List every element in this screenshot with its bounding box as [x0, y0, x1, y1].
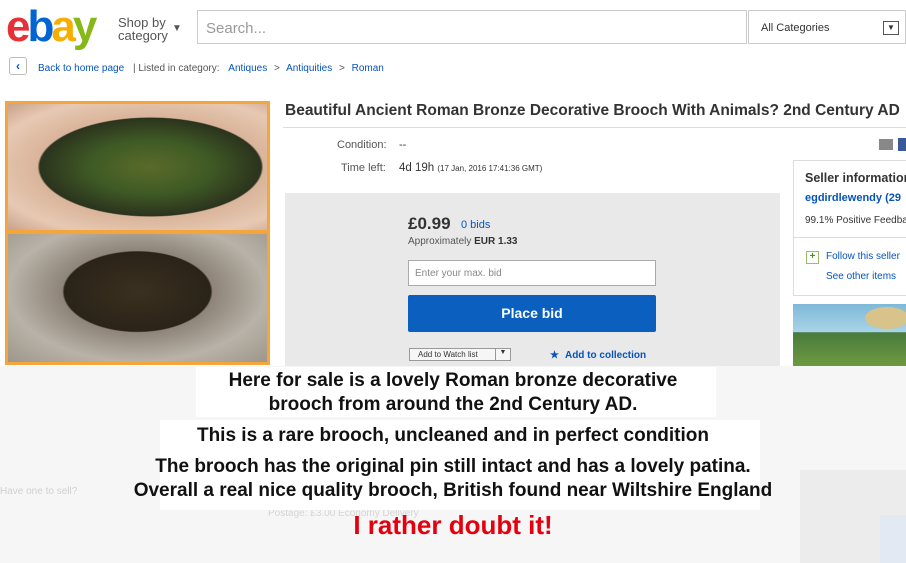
follow-seller-link[interactable]: Follow this seller	[826, 251, 900, 262]
add-to-collection-link[interactable]: ★ Add to collection	[550, 350, 646, 361]
brooch-photo-front[interactable]	[8, 104, 267, 230]
shop-by-category-button[interactable]: Shop by category ▼	[118, 16, 182, 42]
brooch-photo-back[interactable]	[8, 234, 267, 362]
add-to-watch-list-button[interactable]: Add to Watch list ▼	[409, 348, 511, 361]
place-bid-button[interactable]: Place bid	[408, 295, 656, 332]
seller-name-link[interactable]: egdirdlewendy (29	[805, 192, 901, 204]
site-header: ebay Shop by category ▼ Search... All Ca…	[0, 0, 906, 52]
seller-info-heading: Seller information	[805, 171, 906, 185]
caption-line-5: Overall a real nice quality brooch, Brit…	[133, 480, 773, 501]
chevron-down-icon[interactable]: ▼	[495, 349, 510, 360]
breadcrumb-roman[interactable]: Roman	[352, 63, 384, 74]
divider	[283, 127, 906, 128]
condition-label: Condition:	[337, 139, 387, 151]
plus-icon[interactable]: +	[806, 251, 819, 264]
breadcrumb-antiquities[interactable]: Antiquities	[286, 63, 332, 74]
max-bid-input[interactable]: Enter your max. bid	[408, 260, 656, 286]
mail-icon[interactable]	[879, 139, 893, 150]
search-input[interactable]: Search...	[197, 10, 747, 44]
breadcrumb-antiques[interactable]: Antiques	[222, 63, 267, 74]
caption-line-3: This is a rare brooch, uncleaned and in …	[196, 425, 710, 446]
caption-line-2: brooch from around the 2nd Century AD.	[268, 394, 638, 415]
seller-info-panel: Seller information egdirdlewendy (29 99.…	[793, 160, 906, 296]
see-other-items-link[interactable]: See other items	[826, 271, 896, 282]
bid-panel: £0.99 0 bids Approximately EUR 1.33 Ente…	[285, 193, 780, 368]
skeptical-comment: I rather doubt it!	[353, 510, 553, 540]
caption-line-1: Here for sale is a lovely Roman bronze d…	[228, 370, 678, 391]
chevron-down-icon: ▼	[172, 23, 182, 34]
seller-feedback: 99.1% Positive Feedback	[805, 215, 906, 226]
current-price: £0.99	[408, 214, 451, 233]
facebook-icon[interactable]	[898, 138, 906, 151]
advert-sun-shape	[865, 307, 906, 329]
star-icon: ★	[550, 350, 559, 361]
time-left-label: Time left:	[341, 162, 386, 174]
caption-line-4: The brooch has the original pin still in…	[155, 456, 751, 477]
back-arrow-icon[interactable]: ‹	[9, 57, 27, 75]
back-to-home-link[interactable]: Back to home page	[38, 63, 124, 74]
breadcrumb: Back to home page | Listed in category: …	[38, 63, 384, 74]
listing-title: Beautiful Ancient Roman Bronze Decorativ…	[285, 102, 900, 119]
approx-price: Approximately EUR 1.33	[408, 236, 518, 247]
time-left-value: 4d 19h (17 Jan, 2016 17:41:36 GMT)	[399, 162, 543, 174]
condition-value: --	[399, 139, 407, 151]
advert-banner[interactable]	[793, 304, 906, 366]
divider	[794, 237, 906, 238]
bids-link[interactable]: 0 bids	[461, 219, 490, 231]
chevron-down-icon[interactable]: ▼	[883, 21, 899, 35]
ebay-logo[interactable]: ebay	[6, 2, 97, 52]
item-photo-gallery[interactable]	[5, 101, 270, 365]
category-select[interactable]: All Categories ▼	[748, 10, 906, 44]
